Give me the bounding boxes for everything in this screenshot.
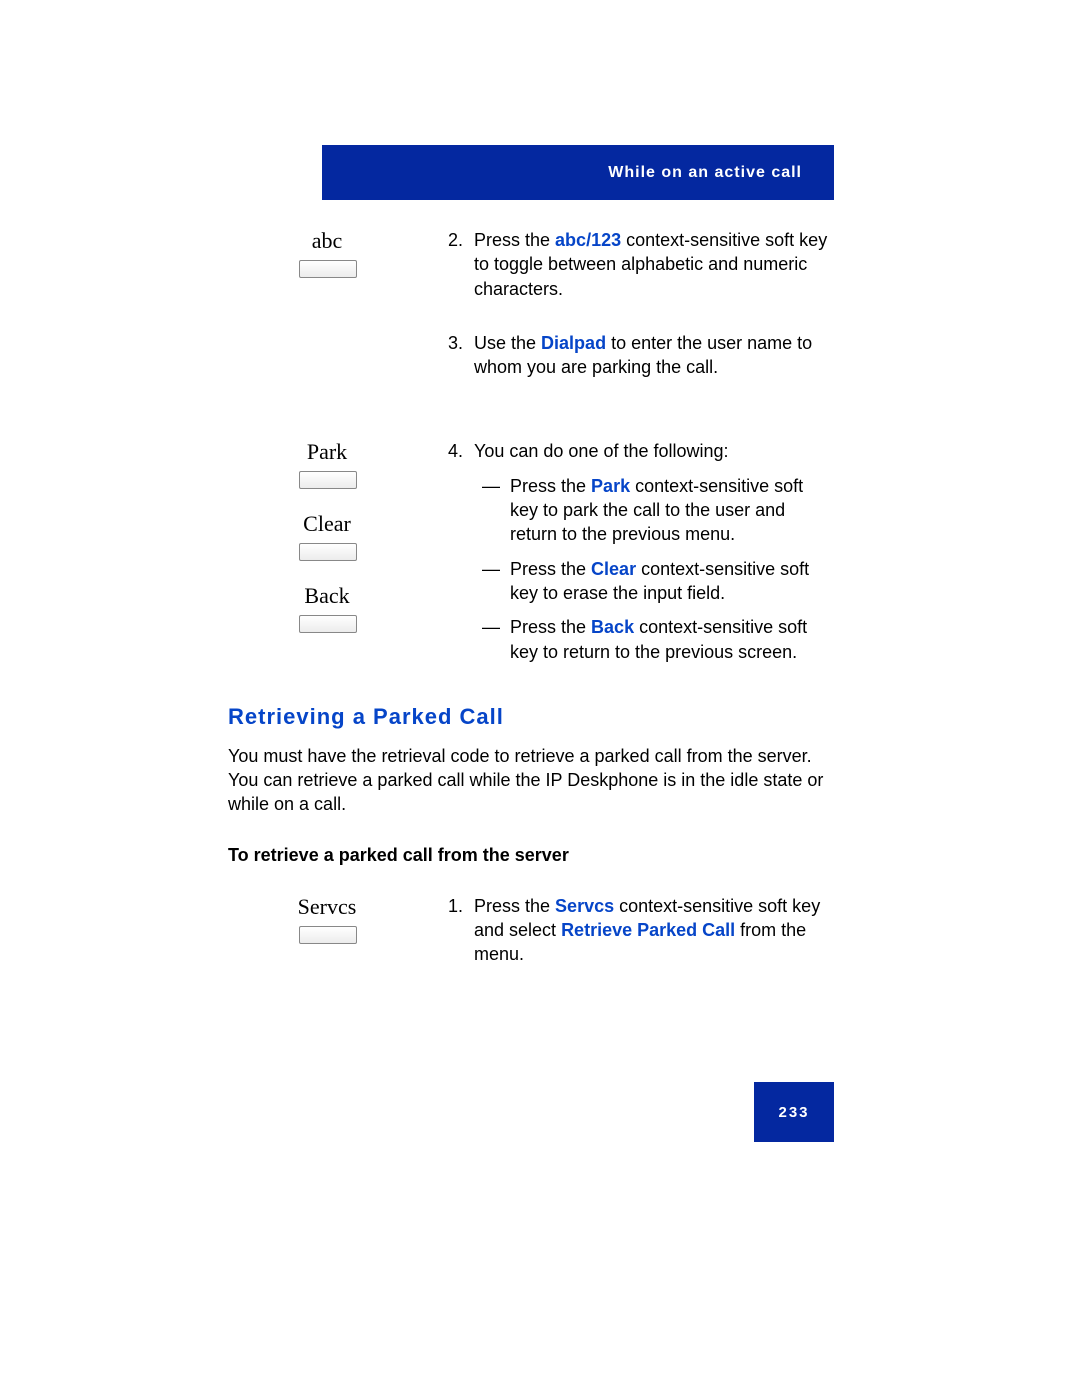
softkey-column-1: abc — [283, 228, 448, 300]
text-column-2: 4. You can do one of the following: — Pr… — [448, 439, 833, 663]
section-paragraph: You must have the retrieval code to retr… — [228, 744, 833, 817]
step-4-body: You can do one of the following: — Press… — [474, 439, 833, 663]
softkey-servcs-button[interactable] — [299, 926, 357, 944]
section-heading-retrieving: Retrieving a Parked Call — [228, 704, 833, 730]
step-2-pre: Press the — [474, 230, 555, 250]
document-page: While on an active call abc 2. Press the… — [0, 0, 1080, 1397]
softkey-abc-button[interactable] — [299, 260, 357, 278]
step-3: 3. Use the Dialpad to enter the user nam… — [448, 331, 833, 380]
step-4a-pre: Press the — [510, 476, 591, 496]
step-4c: — Press the Back context-sensitive soft … — [482, 615, 833, 664]
section-subheading: To retrieve a parked call from the serve… — [228, 845, 833, 866]
step-4b-body: Press the Clear context-sensitive soft k… — [510, 557, 833, 606]
step-3-body: Use the Dialpad to enter the user name t… — [474, 331, 833, 380]
softkey-column-3: Servcs — [283, 894, 448, 966]
dash-icon: — — [482, 615, 510, 664]
page-content: abc 2. Press the abc/123 context-sensiti… — [228, 228, 833, 1027]
step-4-lead: You can do one of the following: — [474, 441, 729, 461]
step-4c-keyword: Back — [591, 617, 634, 637]
step-3-keyword: Dialpad — [541, 333, 606, 353]
step-4c-pre: Press the — [510, 617, 591, 637]
step-4a-keyword: Park — [591, 476, 630, 496]
step-3-pre: Use the — [474, 333, 541, 353]
step-4c-body: Press the Back context-sensitive soft ke… — [510, 615, 833, 664]
page-number: 233 — [778, 1104, 809, 1121]
header-bar: While on an active call — [322, 145, 834, 200]
softkey-back-button[interactable] — [299, 615, 357, 633]
softkey-clear: Clear — [283, 511, 448, 561]
step-2-keyword: abc/123 — [555, 230, 621, 250]
softkey-park-label: Park — [283, 439, 371, 465]
step-4: 4. You can do one of the following: — Pr… — [448, 439, 833, 663]
step-4a-body: Press the Park context-sensitive soft ke… — [510, 474, 833, 547]
retrieve-step-1: 1. Press the Servcs context-sensitive so… — [448, 894, 833, 967]
softkey-abc-label: abc — [283, 228, 371, 254]
step-2-number: 2. — [448, 228, 474, 301]
page-number-box: 233 — [754, 1082, 834, 1142]
retrieve-step-1-kw2: Retrieve Parked Call — [561, 920, 735, 940]
step-2-body: Press the abc/123 context-sensitive soft… — [474, 228, 833, 301]
softkey-clear-button[interactable] — [299, 543, 357, 561]
row-retrieve-step-1: Servcs 1. Press the Servcs context-sensi… — [228, 894, 833, 997]
softkey-abc: abc — [283, 228, 448, 278]
softkey-park-button[interactable] — [299, 471, 357, 489]
dash-icon: — — [482, 474, 510, 547]
step-4a: — Press the Park context-sensitive soft … — [482, 474, 833, 547]
step-4b-pre: Press the — [510, 559, 591, 579]
retrieve-step-1-kw1: Servcs — [555, 896, 614, 916]
softkey-column-2: Park Clear Back — [283, 439, 448, 655]
retrieve-step-1-pre: Press the — [474, 896, 555, 916]
step-3-number: 3. — [448, 331, 474, 380]
softkey-clear-label: Clear — [283, 511, 371, 537]
softkey-back-label: Back — [283, 583, 371, 609]
text-column-1: 2. Press the abc/123 context-sensitive s… — [448, 228, 833, 409]
step-2: 2. Press the abc/123 context-sensitive s… — [448, 228, 833, 301]
retrieve-step-1-number: 1. — [448, 894, 474, 967]
row-step-4: Park Clear Back 4. You can do one of the… — [228, 439, 833, 663]
header-title: While on an active call — [608, 164, 802, 182]
softkey-back: Back — [283, 583, 448, 633]
step-4b: — Press the Clear context-sensitive soft… — [482, 557, 833, 606]
softkey-servcs-label: Servcs — [283, 894, 371, 920]
dash-icon: — — [482, 557, 510, 606]
row-step-2-3: abc 2. Press the abc/123 context-sensiti… — [228, 228, 833, 409]
softkey-park: Park — [283, 439, 448, 489]
step-4b-keyword: Clear — [591, 559, 636, 579]
step-4-number: 4. — [448, 439, 474, 663]
softkey-servcs: Servcs — [283, 894, 448, 944]
text-column-3: 1. Press the Servcs context-sensitive so… — [448, 894, 833, 997]
retrieve-step-1-body: Press the Servcs context-sensitive soft … — [474, 894, 833, 967]
